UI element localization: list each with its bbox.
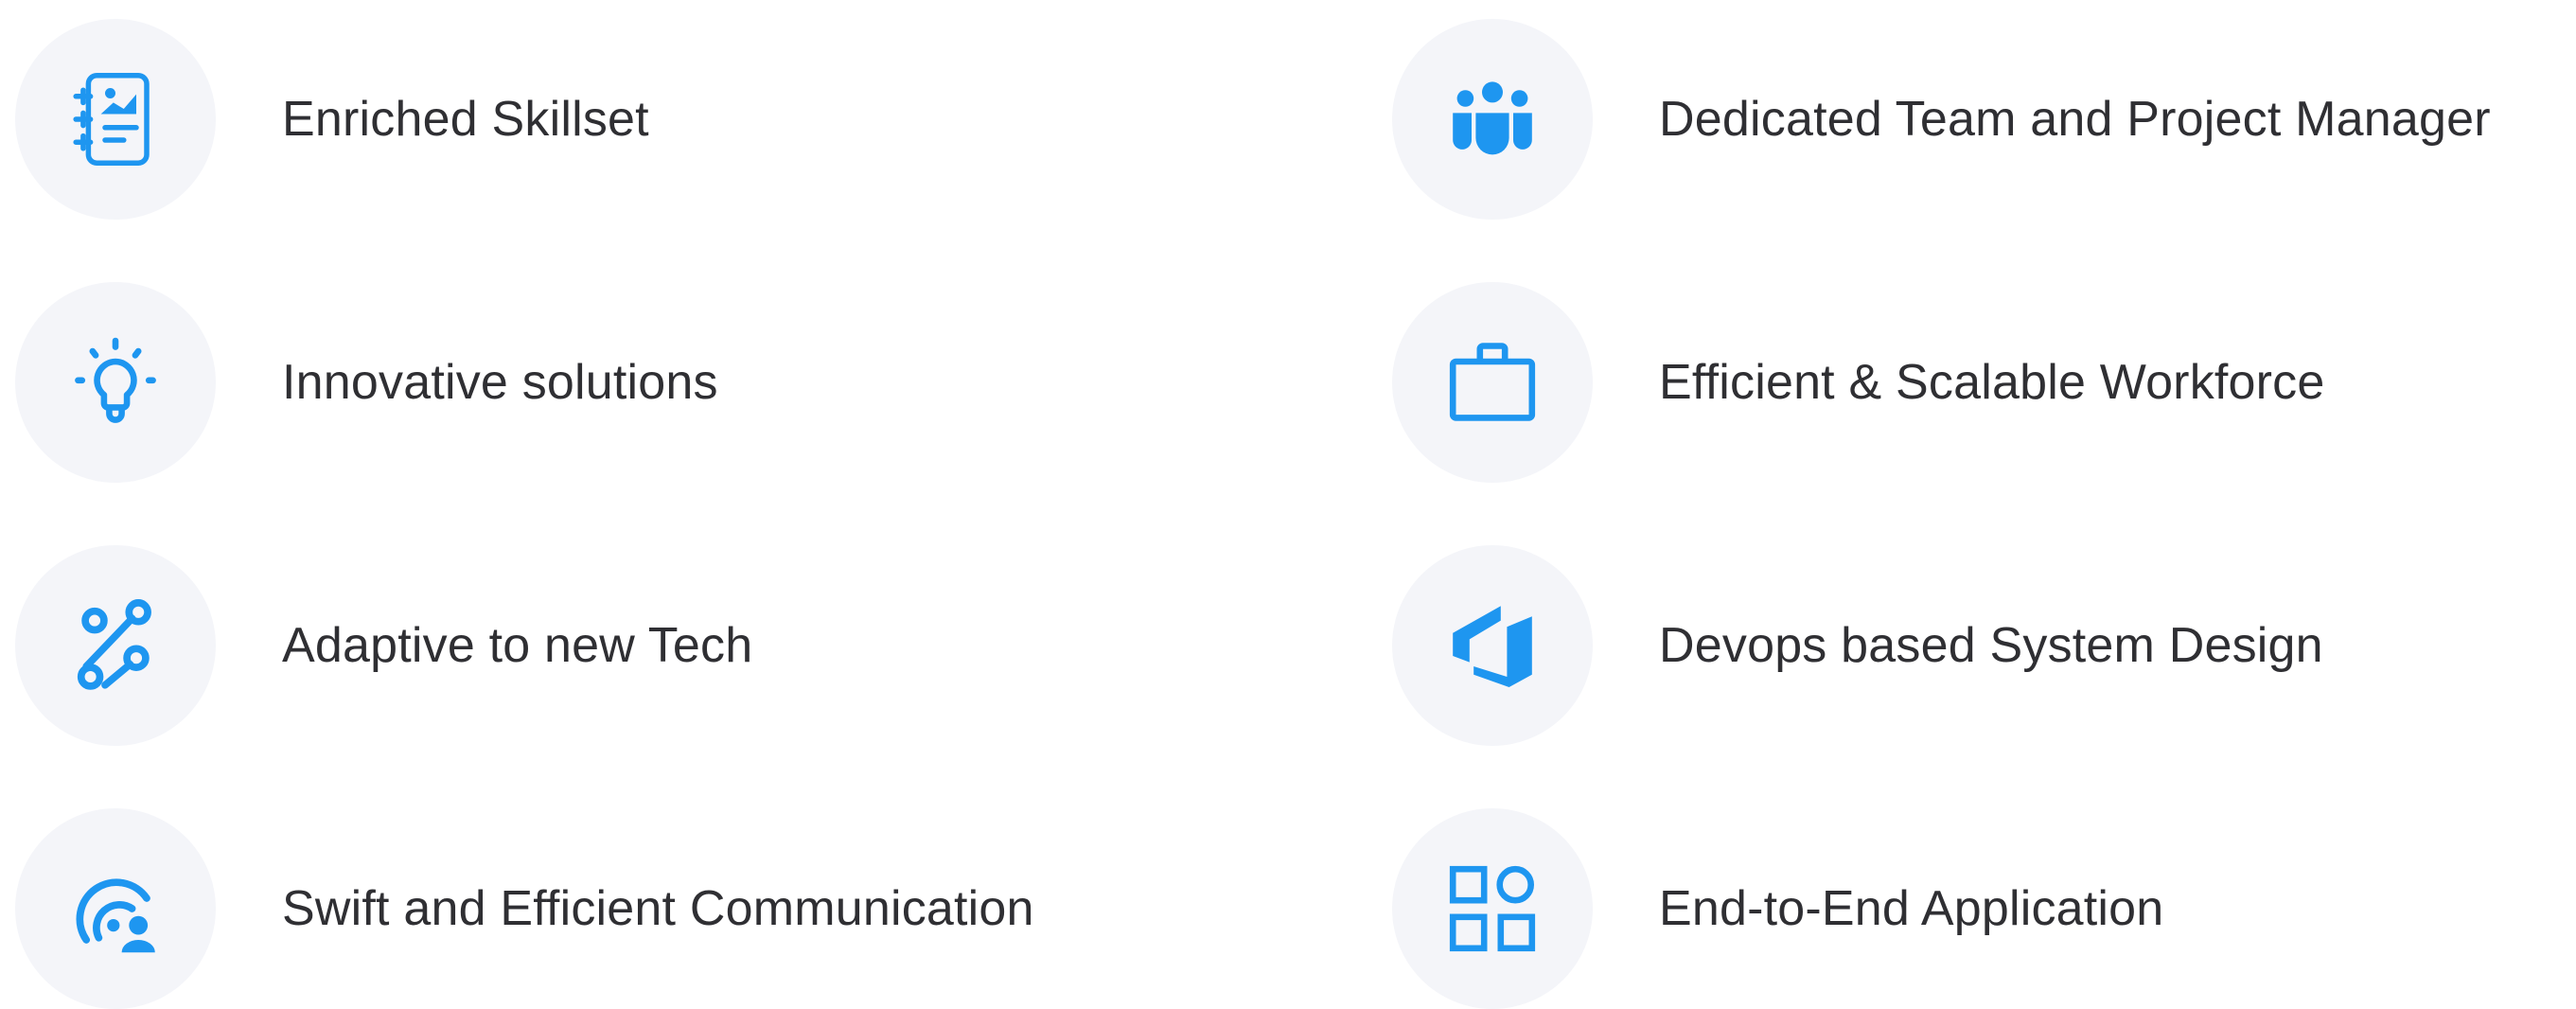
feature-enriched-skillset: Enriched Skillset <box>15 19 649 220</box>
feature-scalable-workforce: Efficient & Scalable Workforce <box>1392 282 2325 483</box>
feature-dedicated-team: Dedicated Team and Project Manager <box>1392 19 2491 220</box>
features-grid: Enriched Skillset Innovative solutions A… <box>0 0 2576 1009</box>
icon-badge <box>1392 19 1593 220</box>
feature-label: Efficient & Scalable Workforce <box>1659 355 2325 410</box>
feature-label: End-to-End Application <box>1659 881 2164 936</box>
icon-badge <box>1392 545 1593 746</box>
apps-grid-icon <box>1449 865 1536 952</box>
feature-swift-communication: Swift and Efficient Communication <box>15 808 1034 1009</box>
feature-label: Dedicated Team and Project Manager <box>1659 92 2491 147</box>
feature-innovative-solutions: Innovative solutions <box>15 282 718 483</box>
connected-nodes-icon <box>77 599 151 690</box>
feature-adaptive-to-new-tech: Adaptive to new Tech <box>15 545 752 746</box>
icon-badge <box>15 808 216 1009</box>
feature-label: Innovative solutions <box>282 355 718 410</box>
feature-devops-design: Devops based System Design <box>1392 545 2323 746</box>
feature-label: Devops based System Design <box>1659 618 2323 673</box>
icon-badge <box>15 282 216 483</box>
icon-badge <box>15 545 216 746</box>
icon-badge <box>1392 808 1593 1009</box>
feature-label: Enriched Skillset <box>282 92 649 147</box>
team-icon <box>1453 81 1532 155</box>
feature-label: Adaptive to new Tech <box>282 618 753 673</box>
report-chart-icon <box>73 73 150 166</box>
icon-badge <box>1392 282 1593 483</box>
broadcast-user-icon <box>76 878 155 953</box>
briefcase-icon <box>1449 343 1536 421</box>
feature-label: Swift and Efficient Communication <box>282 881 1034 936</box>
lightbulb-icon <box>75 337 156 423</box>
azure-devops-icon <box>1453 606 1532 687</box>
feature-end-to-end-application: End-to-End Application <box>1392 808 2163 1009</box>
icon-badge <box>15 19 216 220</box>
